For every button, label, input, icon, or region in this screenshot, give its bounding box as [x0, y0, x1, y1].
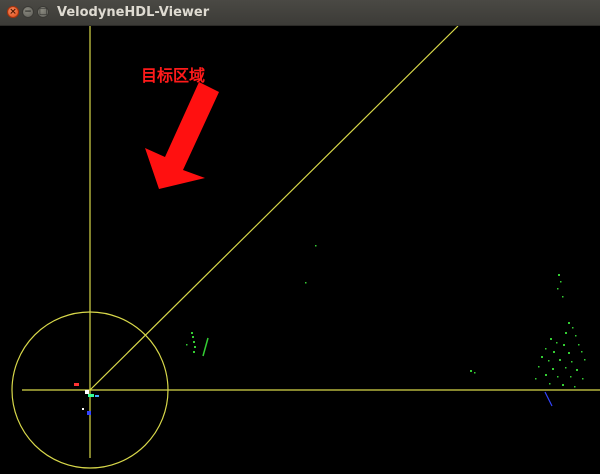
- close-window-button[interactable]: ×: [7, 6, 19, 18]
- y-axis-marker: [88, 394, 94, 397]
- small-axis-dot: [82, 408, 84, 410]
- overlay-guides: [11, 26, 600, 469]
- target-area-label: 目标区域: [141, 66, 206, 85]
- minimize-window-button[interactable]: −: [22, 6, 34, 18]
- viewer-window: × − □ VelodyneHDL-Viewer 目标区域: [0, 0, 600, 474]
- title-bar[interactable]: × − □ VelodyneHDL-Viewer: [0, 0, 600, 26]
- axes-gizmo: [74, 383, 99, 415]
- maximize-window-button[interactable]: □: [37, 6, 49, 18]
- blue-scan-segment: [544, 391, 553, 407]
- scene-canvas: [11, 26, 600, 469]
- point-cloud: [186, 245, 586, 407]
- close-icon: ×: [9, 6, 17, 17]
- y-axis-tick: [95, 395, 99, 397]
- origin-marker: [85, 390, 89, 394]
- point-cluster-far: [535, 274, 586, 388]
- point-scatter-mid: [305, 245, 476, 374]
- window-title: VelodyneHDL-Viewer: [57, 5, 210, 20]
- point-cluster-near: [186, 332, 209, 357]
- point-cloud-viewport[interactable]: 目标区域: [0, 26, 600, 474]
- red-arrow-icon: [145, 82, 219, 189]
- minimize-icon: −: [24, 6, 32, 17]
- x-axis-marker: [74, 383, 79, 386]
- z-axis-marker: [87, 411, 91, 415]
- maximize-icon: □: [38, 6, 48, 17]
